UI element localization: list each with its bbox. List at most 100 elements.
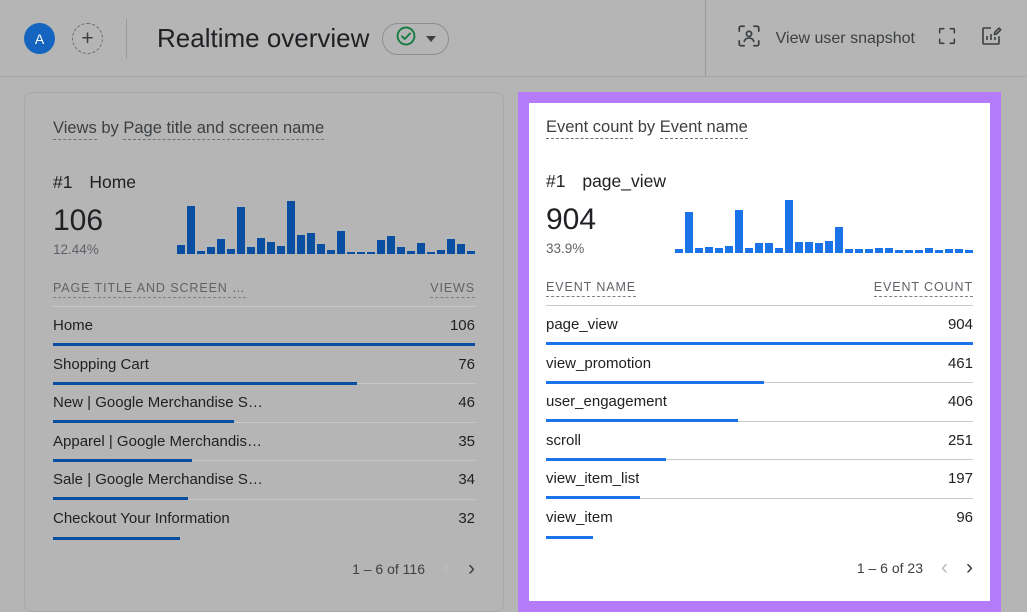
table-row[interactable]: scroll251 (546, 422, 973, 461)
top-item-line: #1 page_view (546, 171, 666, 192)
chevron-right-icon[interactable]: › (468, 558, 475, 579)
row-metric-value: 46 (458, 394, 475, 411)
table-row[interactable]: Home106 (53, 307, 475, 346)
table-row[interactable]: Checkout Your Information 32 (53, 500, 475, 539)
row-progress-bar (546, 536, 593, 539)
pagination: 1 – 6 of 116 ‹ › (53, 558, 475, 579)
row-dimension-value: view_promotion (546, 355, 651, 372)
table-row[interactable]: view_item_list 197 (546, 460, 973, 499)
row-dimension-value: Home (53, 317, 93, 334)
sparkline-bar (925, 248, 933, 253)
table-header: PAGE TITLE AND SCREEN … VIEWS (53, 281, 475, 307)
table-row[interactable]: view_promotion461 (546, 345, 973, 384)
sparkline-bar (965, 250, 973, 253)
table-body: page_view904view_promotion461user_engage… (546, 306, 973, 537)
sparkline-bar (855, 249, 863, 253)
card-event-count-by-event-name: Event count by Event name #1 page_view 9… (518, 92, 1001, 612)
sparkline-bar (895, 250, 903, 253)
column-header-metric[interactable]: VIEWS (430, 281, 475, 298)
table-row[interactable]: page_view904 (546, 306, 973, 345)
column-header-dimension[interactable]: PAGE TITLE AND SCREEN … (53, 281, 246, 298)
sparkline-bar (945, 249, 953, 253)
view-user-snapshot-label: View user snapshot (776, 30, 915, 48)
table-row[interactable]: user_engagement406 (546, 383, 973, 422)
card-title-by: by (638, 118, 655, 136)
row-dimension-value: view_item_list (546, 470, 639, 487)
sparkline-bar (177, 245, 185, 254)
rank-label: #1 (53, 172, 72, 192)
avatar[interactable]: A (24, 23, 55, 54)
sparkline-bar (915, 250, 923, 253)
sparkline-bar (307, 233, 315, 254)
sparkline-bar (267, 242, 275, 254)
table-row[interactable]: view_item96 (546, 499, 973, 538)
column-header-metric[interactable]: EVENT COUNT (874, 280, 973, 297)
sparkline-bar (417, 243, 425, 254)
row-dimension-value: Apparel | Google Merchandis… (53, 433, 262, 450)
page-title: Realtime overview (157, 23, 369, 54)
sparkline-bar (815, 243, 823, 253)
rank-item-name: page_view (582, 171, 666, 191)
row-metric-value: 197 (948, 470, 973, 487)
table-row[interactable]: New | Google Merchandise S…46 (53, 384, 475, 423)
row-metric-value: 32 (458, 510, 475, 527)
sparkline-bar (875, 248, 883, 253)
chevron-down-icon (426, 36, 436, 42)
card-wrapper-views: Views by Page title and screen name #1 H… (24, 92, 504, 612)
sparkline-bar (745, 248, 753, 253)
chevron-left-icon[interactable]: ‹ (941, 557, 948, 578)
sparkline-bar (377, 240, 385, 254)
sparkline-bar (447, 239, 455, 254)
sparkline-bar (935, 250, 943, 253)
edit-chart-button[interactable] (969, 17, 1013, 61)
sparkline-bar (287, 201, 295, 254)
row-metric-value: 76 (458, 356, 475, 373)
dimension-selector[interactable]: Page title and screen name (123, 119, 324, 140)
row-metric-value: 96 (956, 509, 973, 526)
fullscreen-button[interactable] (925, 17, 969, 61)
metric-selector[interactable]: Views (53, 119, 97, 140)
sparkline-bar (955, 249, 963, 253)
table-header: EVENT NAME EVENT COUNT (546, 280, 973, 306)
row-metric-value: 251 (948, 432, 973, 449)
sparkline-bar (685, 212, 693, 253)
table-row[interactable]: Sale | Google Merchandise S…34 (53, 461, 475, 500)
sparkline-bar (237, 207, 245, 254)
card-title-by: by (101, 119, 118, 137)
card-title: Views by Page title and screen name (53, 119, 475, 138)
column-header-dimension[interactable]: EVENT NAME (546, 280, 636, 297)
add-comparison-button[interactable]: + (72, 23, 103, 54)
row-metric-value: 904 (948, 316, 973, 333)
chevron-right-icon[interactable]: › (966, 557, 973, 578)
sparkline-bar (357, 252, 365, 254)
metric-selector[interactable]: Event count (546, 118, 633, 139)
chevron-left-icon[interactable]: ‹ (443, 558, 450, 579)
sparkline-bar (835, 227, 843, 253)
card-summary-row: #1 page_view 904 33.9% (546, 164, 973, 256)
card-title: Event count by Event name (546, 118, 973, 137)
rank-item-name: Home (89, 172, 136, 192)
top-bar-left: A + Realtime overview (0, 0, 705, 77)
table-row[interactable]: Apparel | Google Merchandis…35 (53, 423, 475, 462)
pagination-label: 1 – 6 of 23 (857, 560, 923, 576)
view-user-snapshot-button[interactable]: View user snapshot (726, 15, 925, 62)
sparkline-bar (765, 243, 773, 253)
row-dimension-value: Shopping Cart (53, 356, 149, 373)
sparkline-bar (845, 249, 853, 253)
pagination: 1 – 6 of 23 ‹ › (546, 557, 973, 578)
card-wrapper-events: Event count by Event name #1 page_view 9… (518, 92, 1001, 612)
top-bar-separator (0, 76, 1027, 77)
status-badge[interactable] (382, 23, 449, 55)
sparkline-bar (825, 241, 833, 253)
card-summary-row: #1 Home 106 12.44% (53, 165, 475, 257)
sparkline-bar (247, 247, 255, 254)
row-dimension-value: Checkout Your Information (53, 510, 230, 527)
sparkline-bar (217, 239, 225, 254)
sparkline-bar (227, 249, 235, 255)
rank-label: #1 (546, 171, 565, 191)
dimension-selector[interactable]: Event name (660, 118, 748, 139)
sparkline-bar (437, 250, 445, 254)
sparkline-bar (347, 252, 355, 254)
metric-value: 106 (53, 205, 136, 237)
table-row[interactable]: Shopping Cart 76 (53, 346, 475, 385)
